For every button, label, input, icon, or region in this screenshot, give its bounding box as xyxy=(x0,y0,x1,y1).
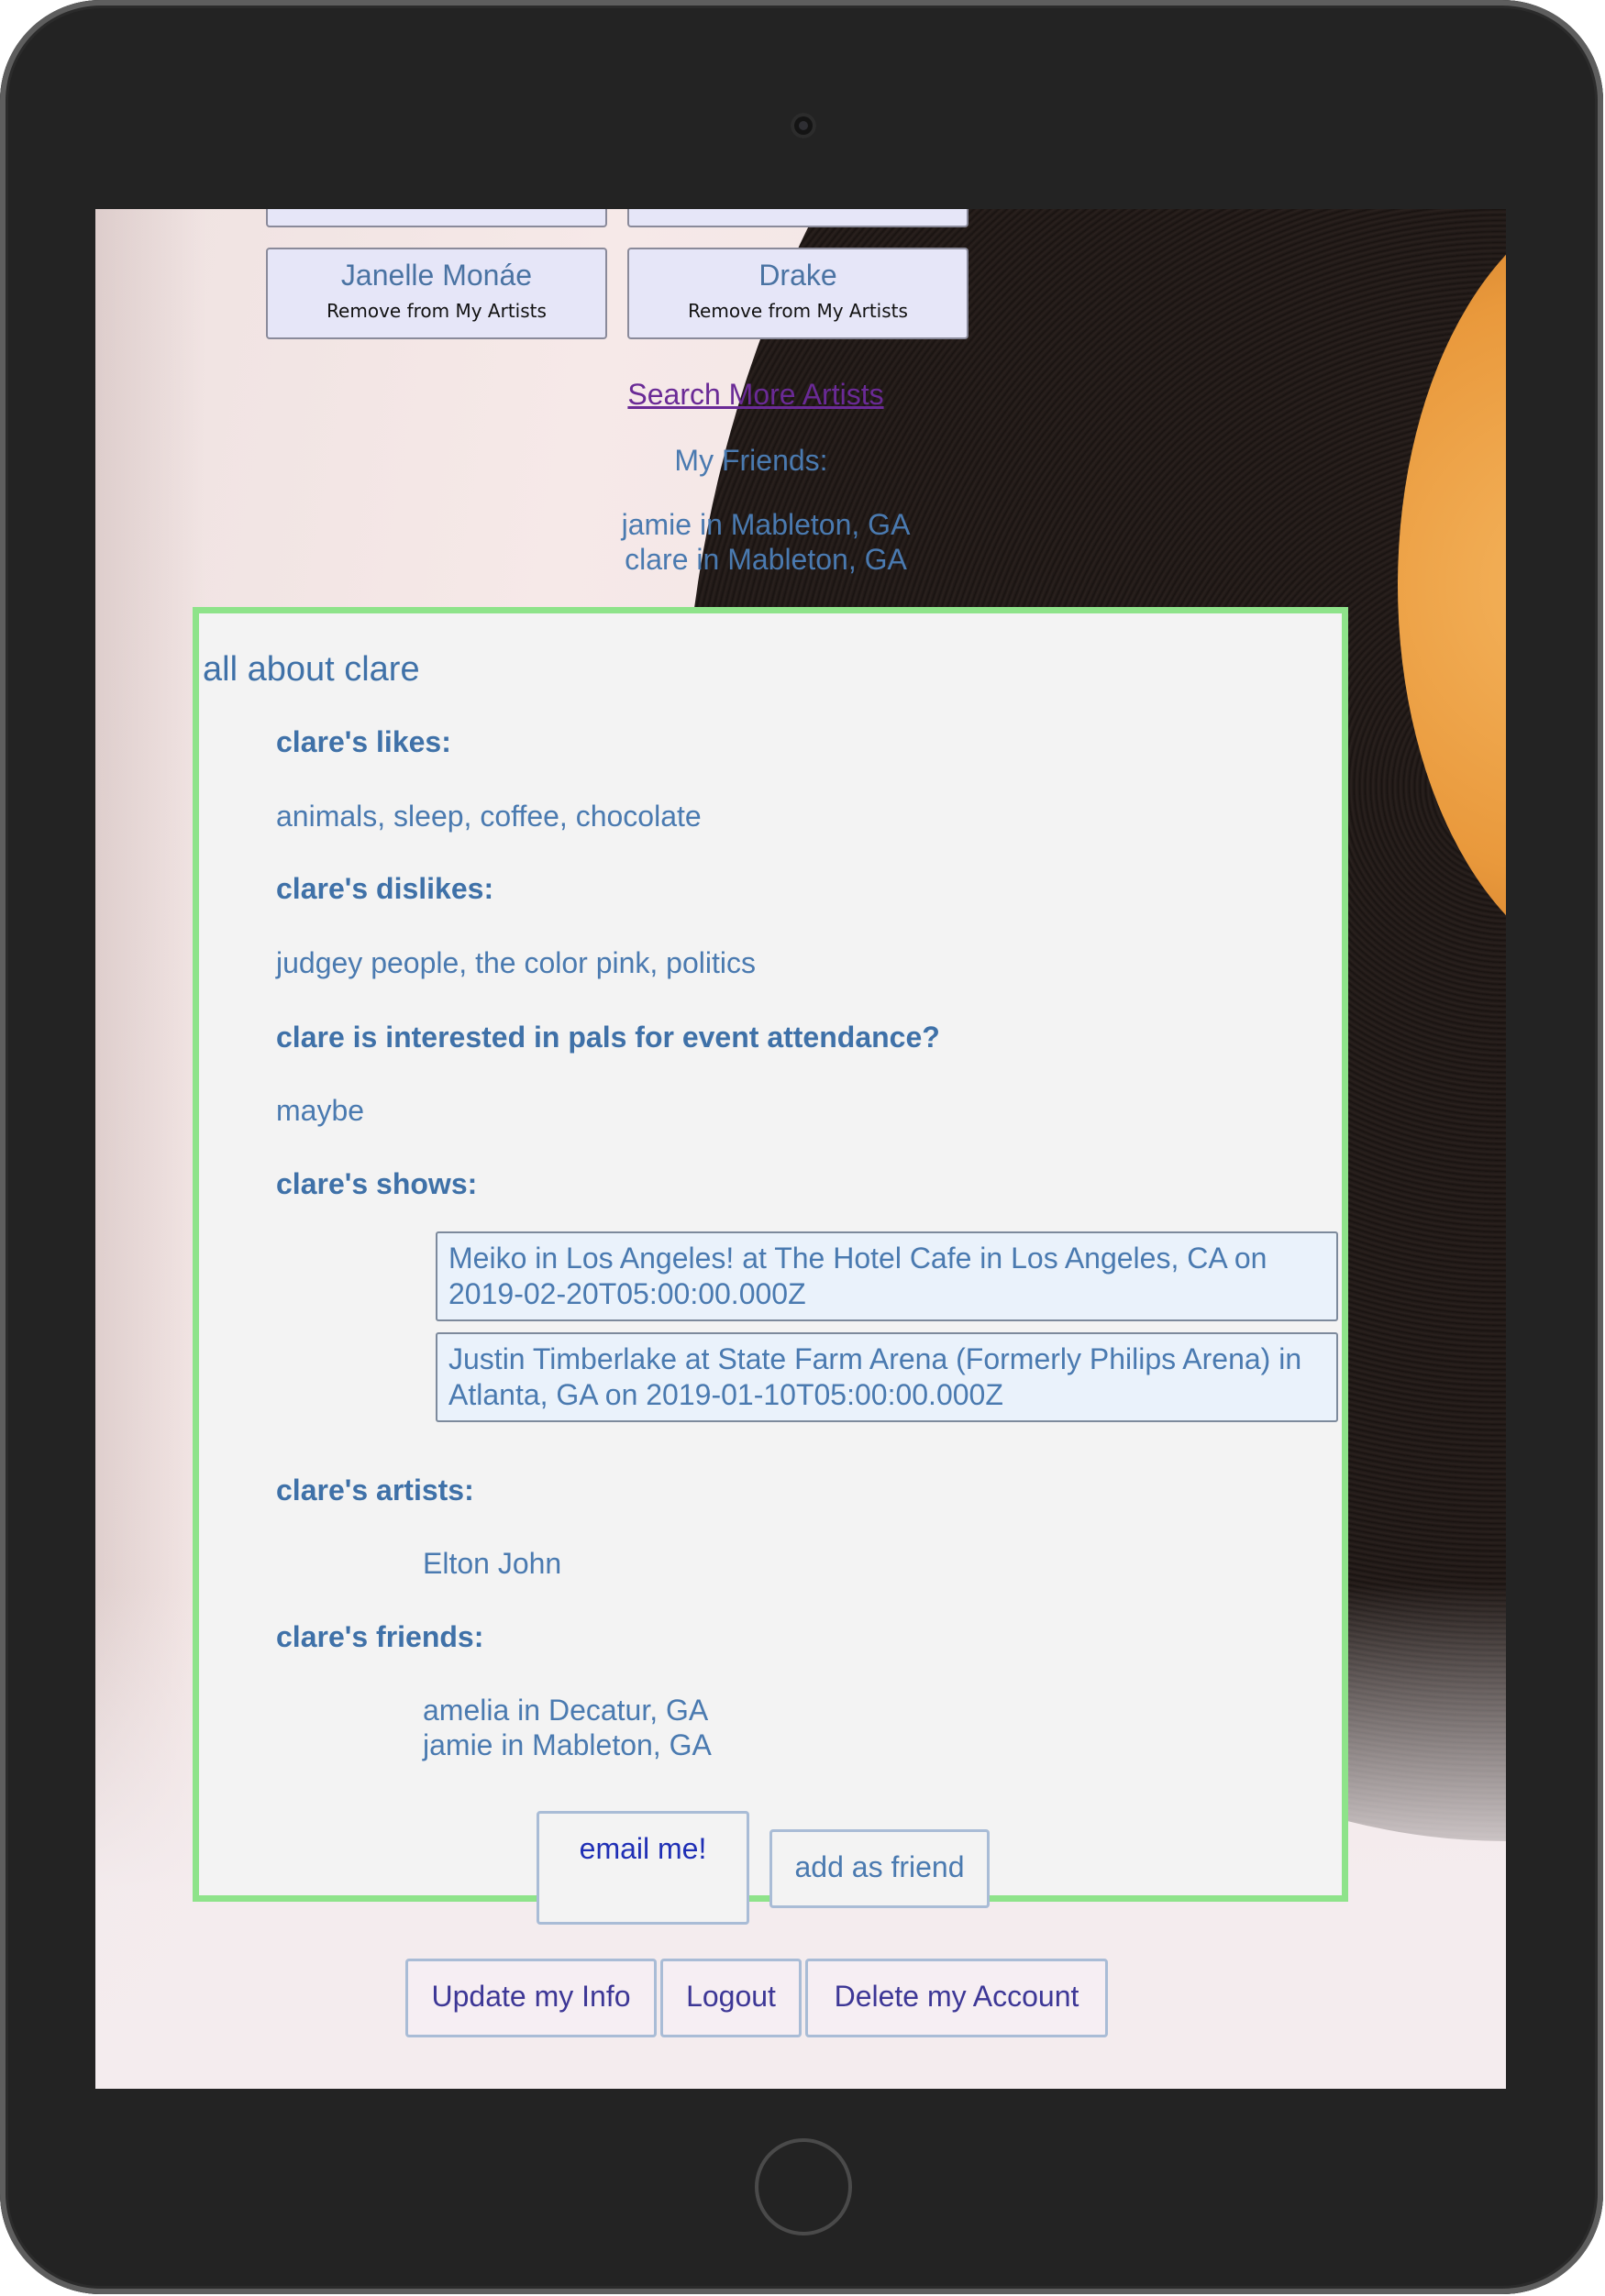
show-item: Justin Timberlake at State Farm Arena (F… xyxy=(436,1332,1338,1422)
camera-icon xyxy=(791,113,816,138)
artist-card-partial[interactable] xyxy=(627,209,969,227)
my-friends-title: My Friends: xyxy=(674,444,828,477)
remove-artist-button[interactable]: Remove from My Artists xyxy=(629,300,967,322)
home-button-icon[interactable] xyxy=(755,2138,852,2235)
profile-friend-item[interactable]: amelia in Decatur, GA xyxy=(423,1694,708,1728)
artists-heading: clare's artists: xyxy=(276,1474,474,1507)
artist-name: Drake xyxy=(758,259,837,292)
remove-artist-button[interactable]: Remove from My Artists xyxy=(268,300,605,322)
app-screen: Janelle Monáe Remove from My Artists Dra… xyxy=(95,209,1506,2089)
interest-text: maybe xyxy=(276,1094,365,1127)
friends-heading: clare's friends: xyxy=(276,1620,484,1653)
search-more-artists-link[interactable]: Search More Artists xyxy=(95,378,1416,412)
artist-card-janelle-monae: Janelle Monáe Remove from My Artists xyxy=(266,248,607,339)
update-info-button[interactable]: Update my Info xyxy=(405,1959,657,2037)
profile-friend-item[interactable]: jamie in Mableton, GA xyxy=(423,1728,712,1762)
delete-account-button[interactable]: Delete my Account xyxy=(805,1959,1108,2037)
friend-profile-panel: all about clare clare's likes: animals, … xyxy=(193,607,1348,1925)
artist-card-partial[interactable] xyxy=(266,209,607,227)
interest-heading: clare is interested in pals for event at… xyxy=(276,1021,940,1054)
my-friend-item[interactable]: jamie in Mableton, GA xyxy=(95,508,1436,542)
profile-title: all about clare xyxy=(203,650,420,689)
logout-button[interactable]: Logout xyxy=(660,1959,802,2037)
tablet-frame: Janelle Monáe Remove from My Artists Dra… xyxy=(0,0,1603,2294)
likes-text: animals, sleep, coffee, chocolate xyxy=(276,800,702,833)
likes-heading: clare's likes: xyxy=(276,725,451,758)
profile-artist-item: Elton John xyxy=(423,1547,562,1580)
dislikes-text: judgey people, the color pink, politics xyxy=(276,946,756,979)
add-as-friend-button[interactable]: add as friend xyxy=(769,1829,990,1908)
my-friend-item[interactable]: clare in Mableton, GA xyxy=(95,543,1436,577)
shows-heading: clare's shows: xyxy=(276,1167,478,1200)
artist-name: Janelle Monáe xyxy=(340,259,533,292)
dislikes-heading: clare's dislikes: xyxy=(276,872,494,905)
show-item: Meiko in Los Angeles! at The Hotel Cafe … xyxy=(436,1231,1338,1321)
email-me-button[interactable]: email me! xyxy=(537,1811,749,1925)
artist-card-drake: Drake Remove from My Artists xyxy=(627,248,969,339)
